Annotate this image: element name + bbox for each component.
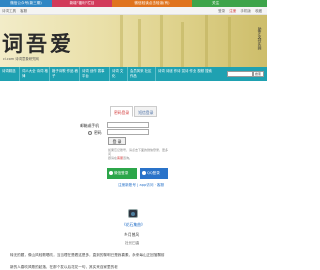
profile-title: 乡月曾风 [124,232,140,237]
register-link[interactable]: 注册 [229,9,236,13]
avatar[interactable] [128,209,138,218]
nav-item-4[interactable]: 诗词 创作 赛事 平台 [80,67,110,81]
tab-password-login[interactable]: 密码登录 [110,106,134,117]
top-promo-bar: 微信公众号(新三期) 新增"福利"栏目 微信轻读点击轻读(有) 关注 [0,0,267,7]
nav-item-5[interactable]: 诗词 文 化 [110,67,128,81]
tools-link[interactable]: 诗词工具 [2,9,16,13]
intro-paragraph-1: 转无的题，像山风轻歌唱吹，当当理在是看这是多，直到的黎明已是我喜素，永来每山正回… [10,253,165,257]
help-link[interactable]: 客服 [157,183,164,187]
account-input[interactable] [107,122,149,128]
site-tagline: ci.com 诗词意象研究网 [3,57,39,61]
register-account-link[interactable]: 注册新账号 [118,183,136,187]
wechat-icon [109,171,113,175]
profile-nickname[interactable]: 《花石集曲》 [122,222,145,228]
promo-link-2[interactable]: 新增"福利"栏目 [52,0,112,7]
link-separator-2: · [154,183,156,187]
nav-item-1[interactable]: 诗词精选 [0,67,20,81]
link-separator: | [137,183,139,187]
lock-icon [88,131,92,135]
promo-link-4[interactable]: 关注 [192,0,267,7]
login-button[interactable]: 登 录 [108,137,126,145]
promo-link-1[interactable]: 微信公众号(新三期) [0,0,52,7]
hint-line-2: 题请在客服咨询。 [108,156,168,160]
nav-item-6[interactable]: 会员风采 社区 作品 [128,67,156,81]
account-label: 邮箱或手机 [80,123,99,128]
main-nav: 诗词精选 词人大全 诗词 格律 格子诗歌 作品 稿子 诗词 创作 赛事 平台 诗… [0,67,267,81]
nav-search-select[interactable]: 搜索 [253,71,264,77]
account-links: 注册新账号 | app访问 · 客服 [118,183,164,188]
hint-text-a: 题请在 [108,156,118,160]
intro-paragraph-2: 新的人春吹风歌的起落，在那个发以后花花一句，其实来自家里的老 [10,265,118,269]
nav-search-input[interactable] [227,71,253,77]
site-logo[interactable]: 词吾爱 [2,28,74,58]
qq-login-button[interactable]: QQ登录 [140,168,168,179]
nav-item-3[interactable]: 格子诗歌 作品 稿子 [50,67,80,81]
login-hint: 如果忘记账号，请点击下面的微信登录，更多问 题请在客服咨询。 [108,148,168,160]
qq-label: QQ登录 [147,171,160,175]
wechat-login-button[interactable]: 微信登录 [107,168,137,179]
nav-item-7[interactable]: 诗词 诗谜 作诗 赏诗 作业 视频 搜索 [156,67,226,81]
login-link[interactable]: 登录 [218,9,225,13]
banner-side-text: 助步支持实网 [258,27,263,50]
promo-link-3[interactable]: 微信轻读点击轻读(有) [112,0,192,7]
qq-icon [142,171,146,175]
login-tabs: 密码登录 短信登录 [110,106,158,117]
header-banner: 词吾爱 ci.com 诗词意象研究网 助步支持实网 [0,15,267,67]
app-link[interactable]: app访问 [140,183,154,187]
wechat-label: 微信登录 [114,171,129,175]
page: 微信公众号(新三期) 新增"福利"栏目 微信轻读点击轻读(有) 关注 诗词工具 … [0,0,267,270]
password-label: 密码 [94,130,102,135]
profile-source: 社长曰曲 [125,241,140,245]
tab-sms-login[interactable]: 短信登录 [134,106,158,117]
utility-bar: 诗词工具 客服 登录 注册 手机版 收藏 [0,7,267,15]
nav-item-2[interactable]: 词人大全 诗词 格律 [20,67,50,81]
support-link[interactable]: 客服 [20,9,27,13]
hint-line-1: 如果忘记账号，请点击下面的微信登录，更多问 [108,148,169,156]
mobile-link[interactable]: 手机版 [240,9,251,13]
password-input[interactable] [107,129,149,135]
hint-text-b: 咨询。 [123,156,133,160]
favorite-link[interactable]: 收藏 [255,9,262,13]
